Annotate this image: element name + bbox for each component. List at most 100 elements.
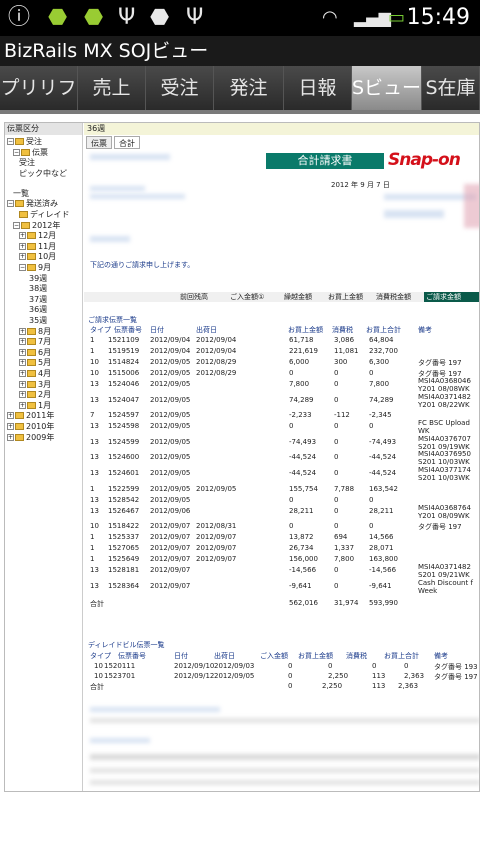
tree-node[interactable]: +2011年 [7,411,54,421]
tree-node[interactable]: +4月 [19,369,51,379]
table-row[interactable]: 1 1521109 2012/09/04 2012/09/04 61,718 3,086 6… [84,336,479,347]
tree-node[interactable]: 受注 [19,158,35,168]
folder-icon [27,348,36,356]
table-cell: 61,718 [289,336,314,344]
table-cell: 13 [90,422,99,431]
tab-orders-received[interactable]: 受注 [146,66,214,110]
tab-sales[interactable]: 売上 [78,66,146,110]
tree-node[interactable]: ディレイド [19,210,69,220]
table-cell: タグ番号 197 [418,359,462,367]
expand-icon[interactable]: − [7,138,14,145]
expand-icon[interactable]: + [19,370,26,377]
tree-node[interactable]: +7月 [19,337,51,347]
table-row[interactable]: 1 1522599 2012/09/05 2012/09/05 155,754 7,788… [84,485,479,496]
expand-icon[interactable]: + [19,391,26,399]
expand-icon[interactable]: + [19,380,26,388]
expand-icon[interactable]: + [19,232,26,240]
tree-node[interactable]: +6月 [19,348,51,358]
table-row[interactable]: 1 1519519 2012/09/04 2012/09/04 221,619 11,08… [84,347,479,358]
table-cell: 2012/09/05 [214,672,255,680]
table-cell: 13 [90,566,99,575]
blurred-footer [90,718,479,723]
expand-icon[interactable]: − [13,221,20,229]
table-cell: 0 [334,522,339,531]
table-row[interactable]: 13 1528364 2012/09/07 -9,641 0 -9,641 Cash Dis… [84,579,479,595]
table-row[interactable]: 13 1524598 2012/09/05 0 0 0 FC BSC Upload WK [84,419,479,435]
tab-orders-placed[interactable]: 発注 [214,66,284,110]
expand-icon[interactable]: + [19,253,26,261]
tree-node[interactable]: +8月 [19,327,51,337]
app-title: BizRails MX SOJビュー [0,36,480,66]
tree-node[interactable]: +1月 [19,401,51,411]
expand-icon[interactable]: + [7,423,14,430]
total-cell: 0 [288,682,293,690]
tab-s-stock[interactable]: S在庫 [422,66,480,110]
tree-node[interactable]: +2009年 [7,433,54,443]
expand-icon[interactable]: + [7,433,14,441]
table-row[interactable]: 13 1526467 2012/09/06 28,211 0 28,211 MSI4A036… [84,504,479,520]
tree-node[interactable]: +3月 [19,380,51,390]
tree-node[interactable]: − 受注 [7,137,42,147]
tree-node[interactable]: +5月 [19,358,51,368]
table-row[interactable]: 10 1518422 2012/09/07 2012/08/31 0 0 0 タグ番号 197 [84,522,479,533]
tree-node[interactable]: 35週 [29,316,47,326]
tree-node[interactable]: 36週 [29,305,47,315]
table-cell: 2012/09/05 [150,469,191,477]
subtab-slips[interactable]: 伝票 [86,136,112,149]
tree-node[interactable]: 38週 [29,284,47,294]
total-cell: 113 [372,682,386,690]
tab-s-view[interactable]: Sビュー [352,66,422,110]
column-header: お買上合計 [366,326,401,334]
tree-node[interactable]: +12月 [19,231,56,241]
table-cell: 13 [90,469,99,477]
tree-node[interactable]: +10月 [19,252,56,262]
expand-icon[interactable]: + [19,338,26,346]
table-cell: 1 [90,347,95,355]
table-row[interactable]: 13 1524600 2012/09/05 -44,524 0 -44,524 MSI4A0… [84,450,479,466]
tree-node[interactable]: 39週 [29,274,47,284]
tree-node[interactable]: − 9月 [19,263,51,273]
tree-node[interactable]: 一覧 [13,189,29,199]
expand-icon[interactable]: − [19,264,26,271]
expand-icon[interactable]: + [19,359,26,367]
expand-icon[interactable]: + [7,412,14,420]
table-cell: 1514824 [108,358,140,366]
table-cell: 2012/09/05 [150,437,191,446]
table-row[interactable]: 13 1524599 2012/09/05 -74,493 0 -74,493 MSI4A0… [84,435,479,451]
tree-node[interactable]: − 2012年 [13,221,60,231]
tree-node[interactable]: +2月 [19,390,51,400]
tree-node-label: 7月 [38,337,52,347]
battery-icon: ▭ [388,7,406,28]
subtab-total[interactable]: 合計 [114,136,140,149]
tree-node[interactable]: − 発送済み [7,199,58,209]
table-row[interactable]: 13 1528181 2012/09/07 -14,566 0 -14,566 MSI4A0… [84,563,479,579]
tree-node[interactable]: +11月 [19,242,56,252]
expand-icon[interactable]: + [19,242,26,250]
table-cell: 0 [372,662,377,670]
expand-icon[interactable]: − [13,148,20,156]
folder-icon [15,423,24,430]
table-row[interactable]: 13 1524046 2012/09/05 7,800 0 7,800 MSI4A03680… [84,377,479,393]
table-cell: 13 [90,495,99,504]
table-row[interactable]: 13 1524047 2012/09/05 74,289 0 74,289 MSI4A037… [84,393,479,409]
expand-icon[interactable]: − [7,200,14,208]
tree-node[interactable]: ピック中など [19,169,67,179]
total-cell: 593,990 [369,599,398,608]
expand-icon[interactable]: + [19,327,26,335]
tab-daily-report[interactable]: 日報 [284,66,352,110]
table-row[interactable]: 1 1527065 2012/09/07 2012/09/07 26,734 1,337 2… [84,544,479,555]
tree-node[interactable]: +2010年 [7,422,54,432]
tree-node[interactable]: − 伝票 [13,148,48,158]
table-cell: 28,071 [369,544,394,553]
table-row[interactable]: 13 1524601 2012/09/05 -44,524 0 -44,524 MSI4A0… [84,466,479,482]
tree-node-label: ピック中など [19,168,67,178]
status-bar: ⓘ ⬣ ⬣ Ψ ⬣ Ψ ◠ ▂▄▆ ▭ 15:49 [0,0,480,36]
tree-node[interactable]: 37週 [29,295,47,305]
table-row[interactable]: 1 1525337 2012/09/07 2012/09/07 13,872 694 14,… [84,533,479,544]
table-row[interactable]: 10 1514824 2012/09/05 2012/08/29 6,000 300 6,3… [84,358,479,369]
total-cell: 562,016 [289,599,318,608]
tab-prerelease[interactable]: プリリフ [0,66,78,110]
folder-icon [15,433,24,441]
expand-icon[interactable]: + [19,401,26,409]
expand-icon[interactable]: + [19,348,26,356]
